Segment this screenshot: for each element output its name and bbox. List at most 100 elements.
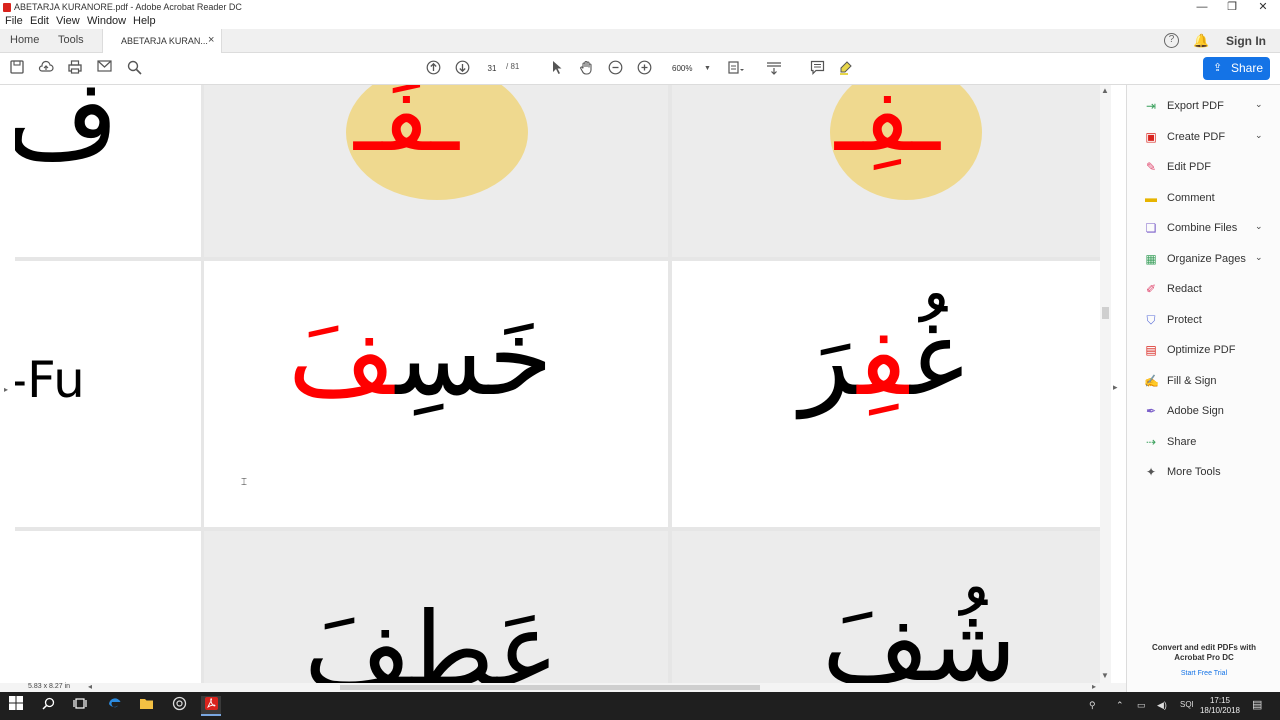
upload-cloud-icon[interactable] xyxy=(38,60,54,76)
email-icon[interactable] xyxy=(96,60,112,76)
tool-create-pdf[interactable]: ▣ Create PDF ⌄ xyxy=(1127,126,1280,150)
collapse-right-panel-icon[interactable]: ▸ xyxy=(1113,382,1118,393)
page-fit-icon[interactable] xyxy=(728,60,744,76)
menu-window[interactable]: Window xyxy=(87,15,126,27)
chevron-down-icon[interactable]: ⌄ xyxy=(1255,221,1263,232)
maximize-button[interactable]: ❐ xyxy=(1217,0,1247,15)
arabic-word: شُفَ xyxy=(822,583,1017,685)
expand-left-panel-icon[interactable]: ▸ xyxy=(4,385,8,394)
tray-chevron-up-icon[interactable]: ⌃ xyxy=(1116,700,1124,711)
zoom-level-value: 600% xyxy=(672,64,693,73)
share-button-label: Share xyxy=(1231,61,1264,75)
create-pdf-icon: ▣ xyxy=(1145,129,1157,144)
acrobat-taskbar-icon[interactable] xyxy=(201,696,221,716)
task-view-icon[interactable] xyxy=(70,696,90,716)
sign-in-link[interactable]: Sign In xyxy=(1226,34,1266,48)
select-pointer-icon[interactable] xyxy=(549,60,565,76)
chevron-down-icon[interactable]: ⌄ xyxy=(1255,252,1263,263)
tab-tools[interactable]: Tools xyxy=(58,34,84,46)
share-button[interactable]: ⇪ Share xyxy=(1203,57,1270,80)
chevron-down-icon[interactable]: ⌄ xyxy=(1255,99,1263,110)
text-cursor-icon: ⌶ xyxy=(241,477,247,488)
tool-edit-pdf[interactable]: ✎ Edit PDF xyxy=(1127,156,1280,180)
tool-fill-sign[interactable]: ✍ Fill & Sign xyxy=(1127,370,1280,394)
minimize-button[interactable]: — xyxy=(1187,0,1217,15)
document-view[interactable]: ▸ ف ـفَـ ـفِـ -Fu خَسِفَ غُفِرَ عَطِفَ ش… xyxy=(0,85,1126,692)
tool-combine-files[interactable]: ❏ Combine Files ⌄ xyxy=(1127,217,1280,241)
tool-share[interactable]: ⇢ Share xyxy=(1127,431,1280,455)
menu-file[interactable]: File xyxy=(5,15,23,27)
page-number-input[interactable]: 31 xyxy=(480,61,504,76)
arabic-word-part: خَسِ xyxy=(395,297,553,419)
start-free-trial-link[interactable]: Start Free Trial xyxy=(1137,670,1271,677)
left-panel-strip: ▸ xyxy=(0,85,14,692)
network-icon[interactable]: ▭ xyxy=(1137,700,1146,711)
tab-document[interactable]: ABETARJA KURAN... × xyxy=(102,29,222,53)
tool-label: Comment xyxy=(1167,191,1215,204)
comment-icon: ▬ xyxy=(1145,190,1157,205)
close-tab-icon[interactable]: × xyxy=(208,34,214,46)
tool-label: Adobe Sign xyxy=(1167,405,1224,417)
save-icon[interactable] xyxy=(9,60,25,76)
search-icon[interactable] xyxy=(38,696,58,716)
vertical-scrollbar[interactable]: ▲ ▼ xyxy=(1100,85,1111,685)
tool-label: Redact xyxy=(1167,283,1202,295)
comment-tool-icon[interactable] xyxy=(809,60,825,76)
combine-files-icon: ❏ xyxy=(1145,221,1157,235)
tool-comment[interactable]: ▬ Comment xyxy=(1127,187,1280,211)
promo-title: Convert and edit PDFs with Acrobat Pro D… xyxy=(1151,643,1256,662)
tool-adobe-sign[interactable]: ✒ Adobe Sign xyxy=(1127,400,1280,424)
chevron-down-icon[interactable]: ⌄ xyxy=(1255,130,1263,141)
tool-redact[interactable]: ✐ Redact xyxy=(1127,278,1280,302)
scroll-down-icon[interactable]: ▼ xyxy=(1101,671,1109,680)
tab-home[interactable]: Home xyxy=(10,34,39,46)
adobe-sign-icon: ✒ xyxy=(1145,404,1157,418)
notifications-icon[interactable]: ▤ xyxy=(1252,698,1262,711)
arabic-letter-kasra: ـفِـ xyxy=(835,85,940,173)
windows-start-icon[interactable] xyxy=(6,696,26,716)
zoom-level-select[interactable]: 600% ▼ xyxy=(668,61,714,76)
scroll-right-icon[interactable]: ▸ xyxy=(1092,682,1096,691)
clock-time: 17:15 xyxy=(1209,696,1231,705)
arabic-letter: ف xyxy=(15,85,120,183)
tool-protect[interactable]: ⛉ Protect xyxy=(1127,309,1280,333)
app-circle-icon[interactable] xyxy=(169,696,189,716)
search-icon[interactable] xyxy=(126,60,142,76)
more-tools-icon: ✦ xyxy=(1145,465,1157,479)
zoom-out-icon[interactable] xyxy=(607,60,623,76)
next-page-icon[interactable] xyxy=(454,60,470,76)
arabic-word: عَطِفَ xyxy=(304,589,560,685)
horizontal-scroll-thumb[interactable] xyxy=(340,685,760,690)
hand-tool-icon[interactable] xyxy=(578,60,594,76)
help-icon[interactable]: ? xyxy=(1164,33,1179,48)
language-indicator[interactable]: SQI xyxy=(1180,700,1194,709)
menu-help[interactable]: Help xyxy=(133,15,156,27)
close-window-button[interactable]: ✕ xyxy=(1248,0,1278,15)
highlighter-icon[interactable] xyxy=(838,60,854,76)
tool-optimize-pdf[interactable]: ▤ Optimize PDF xyxy=(1127,339,1280,363)
taskbar-clock[interactable]: 17:15 18/10/2018 xyxy=(1198,696,1242,716)
arabic-word-part: رَ xyxy=(800,297,858,419)
file-explorer-icon[interactable] xyxy=(136,696,156,716)
tool-more-tools[interactable]: ✦ More Tools xyxy=(1127,461,1280,485)
bell-icon[interactable]: 🔔 xyxy=(1193,33,1209,49)
menu-edit[interactable]: Edit xyxy=(30,15,49,27)
tool-export-pdf[interactable]: ⇥ Export PDF ⌄ xyxy=(1127,95,1280,119)
tool-label: Fill & Sign xyxy=(1167,374,1217,387)
people-icon[interactable]: ⚲ xyxy=(1089,700,1096,711)
print-icon[interactable] xyxy=(67,60,83,76)
horizontal-scrollbar[interactable]: 5.83 x 8.27 in ◂ ▸ xyxy=(0,682,1126,692)
menu-view[interactable]: View xyxy=(56,15,80,27)
tool-label: Protect xyxy=(1167,313,1202,326)
previous-page-icon[interactable] xyxy=(425,60,441,76)
windows-taskbar: ⚲ ⌃ ▭ ◀) SQI 17:15 18/10/2018 ▤ xyxy=(0,692,1280,720)
tool-organize-pages[interactable]: ▦ Organize Pages ⌄ xyxy=(1127,248,1280,272)
scroll-mode-icon[interactable] xyxy=(766,60,782,76)
zoom-in-icon[interactable] xyxy=(636,60,652,76)
edge-browser-icon[interactable] xyxy=(104,696,124,716)
volume-icon[interactable]: ◀) xyxy=(1157,700,1167,711)
vertical-scroll-thumb[interactable] xyxy=(1102,307,1109,319)
scroll-up-icon[interactable]: ▲ xyxy=(1101,86,1109,95)
tool-label: Create PDF xyxy=(1167,130,1226,143)
scroll-left-icon[interactable]: ◂ xyxy=(88,682,92,691)
